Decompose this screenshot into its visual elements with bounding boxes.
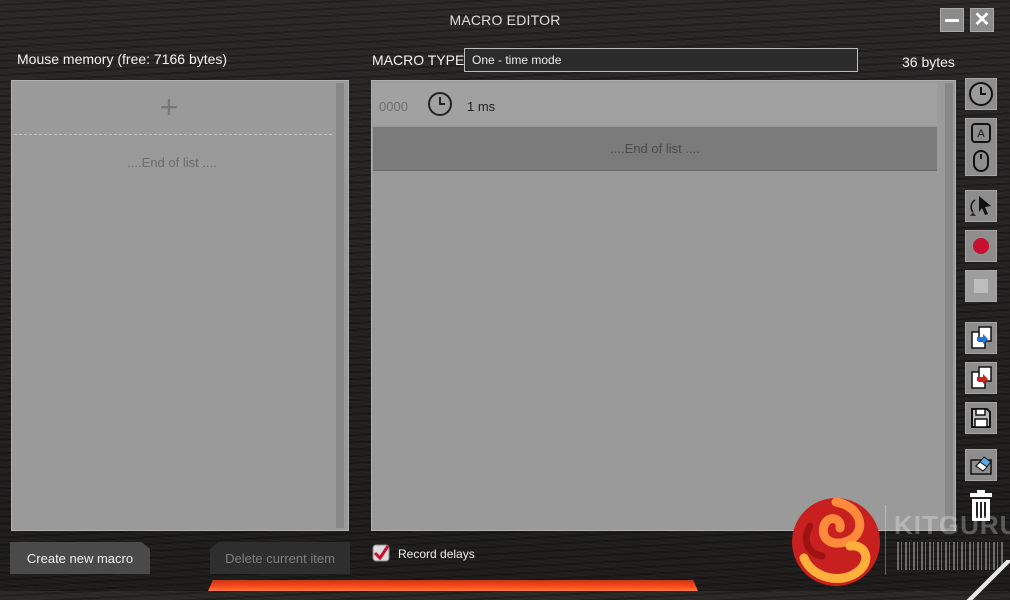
import-button[interactable] [965, 322, 997, 354]
macro-type-label: MACRO TYPE [372, 52, 465, 68]
right-scrollbar[interactable] [945, 83, 953, 528]
eraser-icon [970, 456, 992, 475]
add-macro-icon[interactable]: + [157, 91, 181, 123]
divider [14, 134, 332, 135]
export-icon [971, 366, 992, 389]
end-of-list-label: ....End of list .... [610, 141, 700, 156]
watermark-text: KITGURU [894, 510, 1010, 540]
mouse-move-icon [970, 196, 991, 216]
title-bar: MACRO EDITOR ✕ [0, 0, 1010, 40]
macro-type-select[interactable]: One - time mode [464, 48, 858, 72]
stop-button[interactable] [965, 270, 997, 302]
import-icon [971, 326, 992, 349]
step-value: 1 ms [467, 99, 496, 114]
end-of-list-label: ....End of list .... [127, 155, 217, 170]
close-button[interactable]: ✕ [970, 8, 994, 32]
record-button[interactable] [965, 230, 997, 262]
left-scrollbar[interactable] [336, 83, 344, 528]
step-index: 0000 [379, 99, 408, 114]
minimize-icon [945, 18, 959, 22]
mouse-move-button[interactable] [965, 190, 997, 222]
keyboard-key-icon: A [971, 122, 991, 143]
clock-icon [428, 92, 452, 116]
record-delays-label: Record delays [398, 547, 475, 561]
macro-list-panel: + ....End of list .... [11, 80, 349, 531]
window-title: MACRO EDITOR [449, 12, 561, 28]
minimize-button[interactable] [940, 8, 964, 32]
save-icon [971, 408, 991, 428]
mouse-icon [973, 149, 989, 172]
macro-size-label: 36 bytes [902, 54, 955, 70]
create-new-macro-button[interactable]: Create new macro [10, 542, 150, 574]
list-item-selected[interactable]: ....End of list .... [373, 127, 937, 171]
record-icon [973, 238, 989, 254]
export-button[interactable] [965, 362, 997, 394]
mouse-memory-label: Mouse memory (free: 7166 bytes) [17, 51, 228, 67]
insert-delay-button[interactable] [965, 78, 997, 110]
stop-icon [974, 279, 988, 293]
save-button[interactable] [965, 402, 997, 434]
insert-key-button[interactable]: A [965, 118, 997, 176]
clock-icon [969, 82, 993, 106]
close-icon: ✕ [973, 9, 991, 31]
eraser-button[interactable] [965, 449, 997, 481]
logo-divider [885, 505, 886, 575]
list-item[interactable]: 0000 1 ms [373, 83, 937, 125]
bottom-glow-bar [208, 580, 698, 591]
delete-current-item-button[interactable]: Delete current item [210, 542, 350, 574]
record-delays-checkbox[interactable] [372, 544, 390, 562]
macro-steps-panel: 0000 1 ms ....End of list .... [371, 80, 956, 531]
brand-logo [792, 497, 880, 586]
corner-decoration [958, 560, 1010, 600]
key-letter: A [977, 128, 985, 140]
